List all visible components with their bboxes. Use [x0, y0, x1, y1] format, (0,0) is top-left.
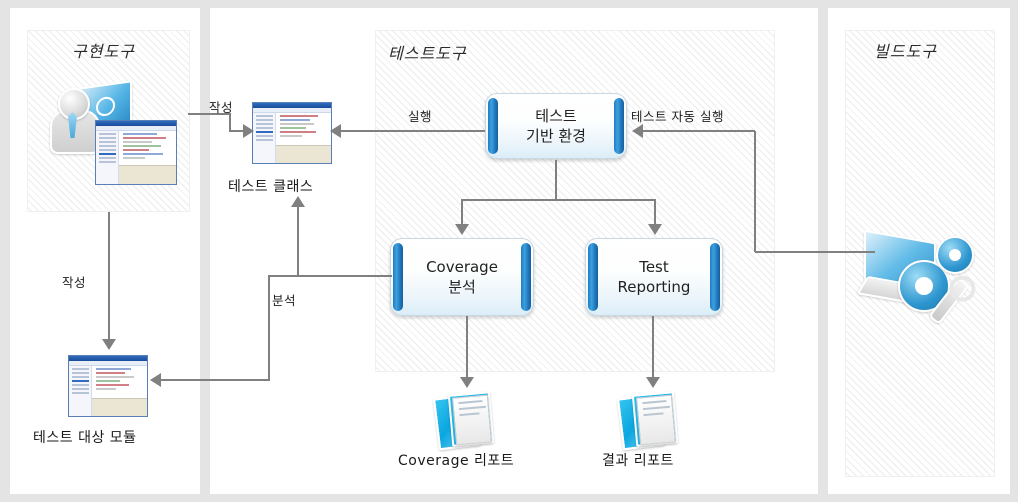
edge-split-bar: [461, 199, 655, 201]
box-right-accent-bar: [521, 243, 531, 311]
diagram-canvas: 구현도구 테스트도구 빌드도구 테스트 클래스 테스트 대상 모듈 테스트 기반…: [0, 0, 1018, 502]
process-box-test-reporting[interactable]: Test Reporting: [585, 238, 723, 316]
edge-result-report-line: [652, 316, 654, 378]
artifact-test-class-thumbnail: [252, 102, 332, 164]
edge-label-analyze: 분석: [272, 293, 297, 308]
group-region-testing: [375, 30, 775, 372]
edge-analyze-seg-to-module: [160, 379, 270, 381]
edge-split-right-drop: [654, 199, 656, 225]
edge-author-test-class-arrowhead: [243, 124, 254, 138]
process-box-label: Test Reporting: [617, 257, 691, 296]
box-left-accent-bar: [488, 98, 498, 154]
report-book-icon-result: [616, 390, 682, 451]
edge-analyze-down-seg: [268, 275, 270, 380]
process-box-label: Coverage 분석: [426, 257, 498, 296]
edge-analyze-seg1: [268, 275, 392, 277]
edge-analyze-module-arrowhead: [150, 373, 161, 387]
process-box-test-base-environment[interactable]: 테스트 기반 환경: [485, 93, 627, 159]
edge-label-execute: 실행: [408, 109, 433, 124]
edge-split-left-drop: [461, 199, 463, 225]
group-title-implementation: 구현도구: [72, 42, 135, 61]
edge-split-trunk: [555, 160, 557, 200]
edge-label-auto-execute: 테스트 자동 실행: [631, 109, 724, 124]
edge-analyze-up-arrowhead: [291, 196, 305, 207]
process-box-coverage-analysis[interactable]: Coverage 분석: [390, 238, 534, 316]
artifact-target-module-thumbnail: [68, 355, 148, 417]
caption-coverage-report: Coverage 리포트: [398, 453, 515, 469]
ide-window-thumbnail-source: [95, 120, 177, 185]
gear-small-icon: [936, 236, 974, 274]
edge-coverage-report-arrowhead: [460, 377, 474, 388]
caption-result-report: 결과 리포트: [602, 453, 674, 469]
edge-coverage-report-line: [466, 316, 468, 378]
caption-test-class: 테스트 클래스: [228, 179, 314, 195]
edge-label-author-module: 작성: [62, 275, 87, 290]
box-right-accent-bar: [614, 98, 624, 154]
group-title-testing: 테스트도구: [388, 44, 467, 63]
edge-split-right-arrowhead: [648, 224, 662, 235]
report-book-icon-coverage: [432, 390, 498, 451]
box-left-accent-bar: [588, 243, 598, 311]
group-title-build: 빌드도구: [874, 42, 937, 61]
edge-auto-exec-seg1: [755, 251, 875, 253]
edge-auto-exec-seg3: [642, 130, 755, 132]
edge-analyze-up-seg: [297, 206, 299, 276]
edge-result-report-arrowhead: [646, 377, 660, 388]
edge-author-module-line: [108, 212, 110, 340]
edge-split-left-arrowhead: [455, 224, 469, 235]
edge-auto-exec-seg2: [754, 131, 756, 252]
edge-auto-exec-arrowhead: [632, 124, 643, 138]
edge-execute-arrowhead: [330, 124, 341, 138]
edge-author-module-arrowhead: [102, 339, 116, 350]
build-tool-icon: [856, 229, 982, 326]
box-left-accent-bar: [393, 243, 403, 311]
edge-execute-line: [340, 130, 485, 132]
edge-label-author-test-class: 작성: [209, 100, 234, 115]
process-box-label: 테스트 기반 환경: [526, 106, 586, 145]
caption-target-module: 테스트 대상 모듈: [33, 430, 137, 446]
box-right-accent-bar: [710, 243, 720, 311]
